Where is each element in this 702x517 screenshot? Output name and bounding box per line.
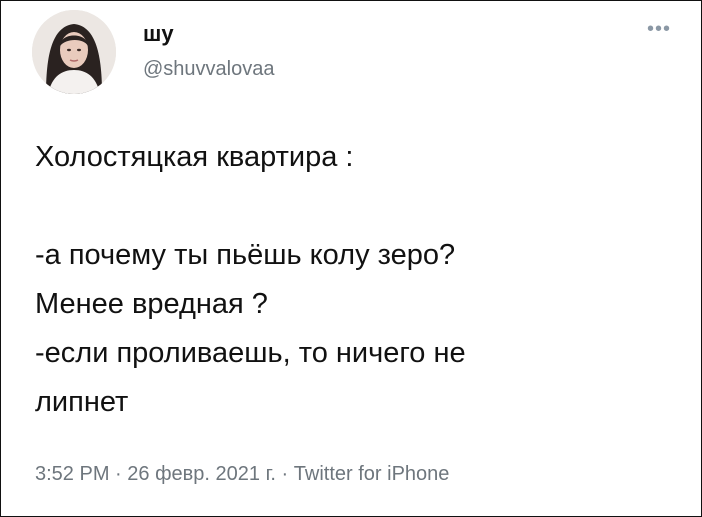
tweet-text-line: -если проливаешь, то ничего не: [35, 337, 466, 369]
tweet-meta: 3:52 PM · 26 февр. 2021 г. · Twitter for…: [35, 462, 449, 486]
meta-separator: ·: [115, 463, 122, 485]
tweet-date[interactable]: 26 февр. 2021 г.: [127, 463, 276, 485]
tweet-text: Холостяцкая квартира : -а почему ты пьёш…: [35, 133, 675, 427]
avatar[interactable]: [32, 10, 116, 94]
tweet-text-line: липнет: [35, 386, 129, 418]
tweet-text-line: Менее вредная ?: [35, 288, 268, 320]
more-options-icon[interactable]: •••: [647, 19, 671, 39]
tweet-source[interactable]: Twitter for iPhone: [294, 463, 450, 485]
tweet-text-line: -а почему ты пьёшь колу зеро?: [35, 239, 456, 271]
tweet-time[interactable]: 3:52 PM: [35, 463, 109, 485]
author-display-name[interactable]: шу: [143, 21, 174, 47]
profile-photo-icon: [32, 10, 116, 94]
author-handle[interactable]: @shuvvalovaa: [143, 57, 274, 81]
tweet-text-line: Холостяцкая квартира :: [35, 141, 354, 173]
meta-separator: ·: [281, 463, 289, 485]
tweet-card: шу @shuvvalovaa ••• Холостяцкая квартира…: [0, 0, 702, 517]
